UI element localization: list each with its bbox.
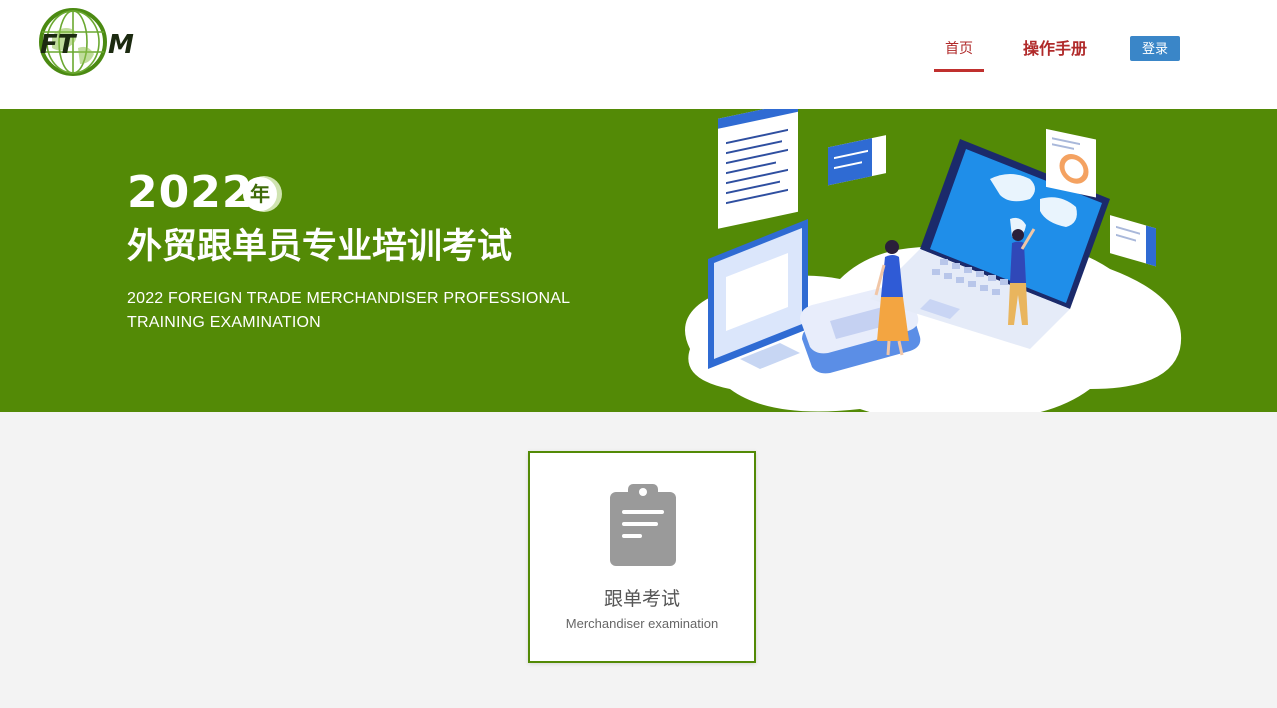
banner-title-en-line1: 2022 FOREIGN TRADE MERCHANDISER PROFESSI… — [127, 290, 571, 307]
exam-card-merchandiser[interactable]: 跟单考试 Merchandiser examination — [528, 451, 756, 663]
floating-small-card — [828, 135, 886, 186]
year-badge: 年 — [243, 176, 282, 212]
top-header: FT M 首页 操作手册 登录 — [0, 0, 1277, 109]
nav-home-active-underline — [934, 69, 984, 72]
ftm-logo[interactable]: FT M — [38, 8, 142, 78]
hero-banner: 2022 年 外贸跟单员专业培训考试 2022 FOREIGN TRADE ME… — [0, 109, 1277, 412]
nav-home-label: 首页 — [945, 41, 973, 57]
logo-text-ft: FT — [40, 30, 78, 60]
nav-manual[interactable]: 操作手册 — [1023, 38, 1087, 60]
clipboard-icon — [610, 484, 676, 566]
exam-card-subtitle: Merchandiser examination — [565, 616, 719, 631]
banner-title-en-line2: TRAINING EXAMINATION — [127, 314, 321, 331]
nav-home[interactable]: 首页 — [934, 38, 984, 72]
banner-title-cn: 外贸跟单员专业培训考试 — [127, 227, 513, 267]
login-button[interactable]: 登录 — [1130, 36, 1180, 61]
banner-year: 2022 — [127, 167, 254, 218]
floating-chart-card — [1046, 128, 1096, 198]
logo-text-m: M — [108, 30, 134, 60]
banner-title-en: 2022 FOREIGN TRADE MERCHANDISER PROFESSI… — [127, 287, 570, 335]
exam-card-title: 跟单考试 — [603, 588, 680, 610]
floating-right-card — [1110, 215, 1156, 267]
banner-illustration — [685, 109, 1182, 412]
year-badge-text: 年 — [250, 182, 270, 206]
floating-code-panel — [718, 109, 798, 229]
